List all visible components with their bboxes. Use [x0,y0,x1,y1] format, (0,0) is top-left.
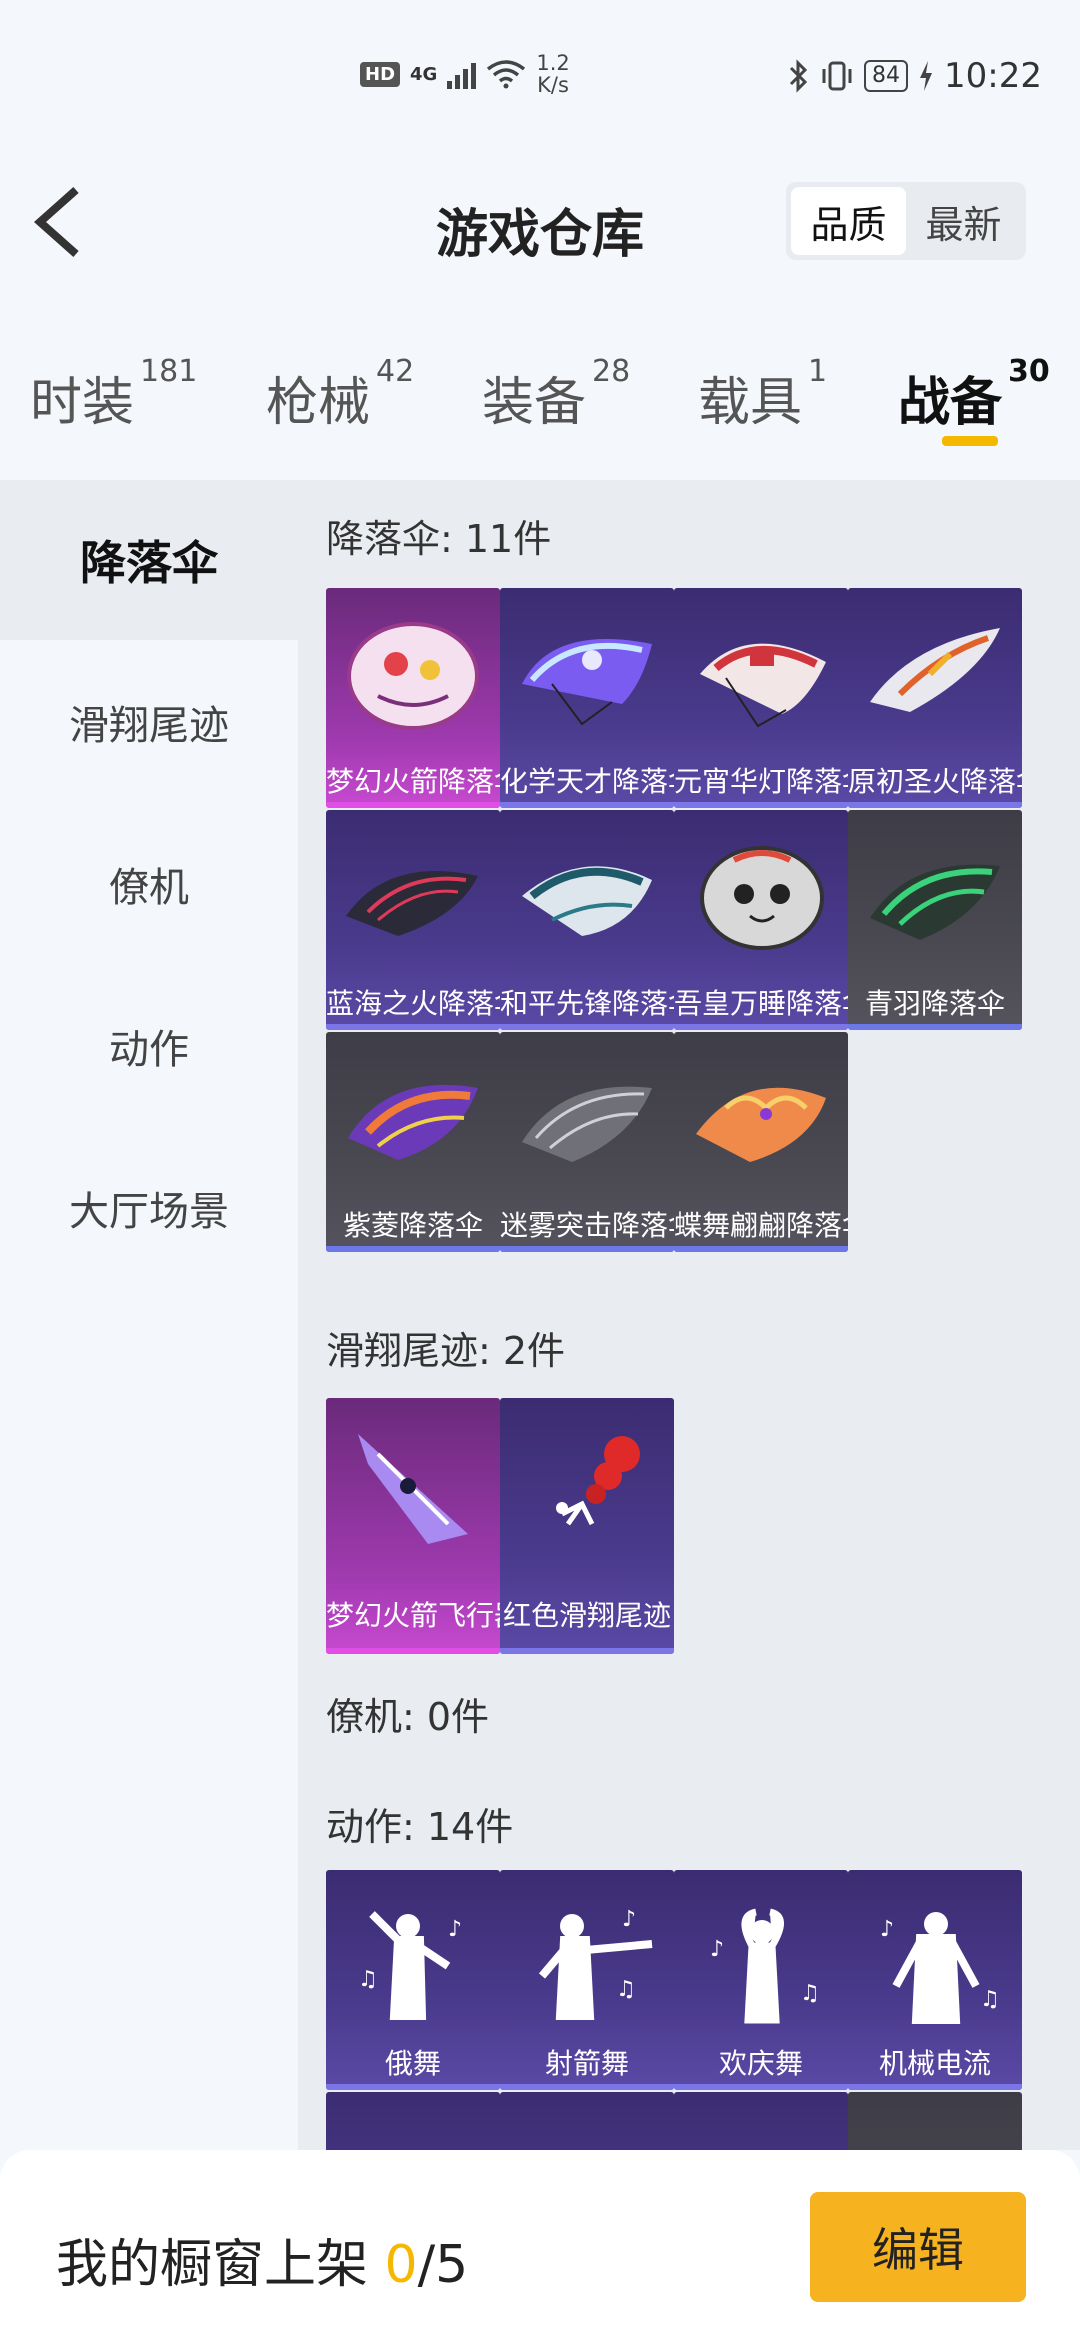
sort-toggle: 品质 最新 [786,182,1026,260]
item-list: 降落伞: 11件 梦幻火箭降落伞 化学天才降落伞 元宵华灯降落伞 原初圣火降落伞… [298,480,1080,2150]
parachute-icon [522,1086,652,1162]
item-card[interactable]: 蝶舞翩翩降落伞 [674,1032,848,1252]
section-title-glide-trail: 滑翔尾迹: 2件 [326,1329,566,1373]
sidebar-item-lobby-scene[interactable]: 大厅场景 [0,1128,298,1288]
charging-icon [920,61,933,91]
dancer-icon: ♪♫ [710,1908,820,2024]
parachute-icon [522,866,652,936]
item-card[interactable] [500,2092,674,2150]
bottom-bar: 我的橱窗上架 0/5 编辑 [0,2150,1080,2340]
active-tab-indicator [942,436,998,446]
sidebar-item-emote[interactable]: 动作 [0,966,298,1126]
parachute-icon [348,1084,478,1160]
sidebar: 降落伞 滑翔尾迹 僚机 动作 大厅场景 [0,480,298,2150]
tab-guns[interactable]: 枪械42 [266,354,414,435]
net-speed: 1.2 K/s [536,51,570,97]
item-card[interactable] [848,2092,1022,2150]
signal-icon [447,59,477,89]
svg-text:♫: ♫ [358,1967,378,1992]
svg-text:♪: ♪ [448,1917,462,1942]
dancer-icon: ♪♫ [880,1912,1000,2024]
smoke-trail-icon [556,1436,640,1526]
item-card[interactable]: ♪ ♫ 机械电流 [848,1870,1022,2090]
parachute-icon [700,846,824,950]
item-card[interactable]: 元宵华灯降落伞 [674,588,848,808]
clock: 10:22 [944,56,1042,96]
item-card[interactable]: 紫菱降落伞 [326,1032,500,1252]
item-card[interactable] [326,2092,500,2150]
tab-equipment[interactable]: 装备28 [482,354,630,435]
sidebar-item-glide-trail[interactable]: 滑翔尾迹 [0,642,298,802]
status-right: 84 10:22 [788,56,1042,96]
item-card[interactable]: 原初圣火降落伞 [848,588,1022,808]
tab-battle-prep[interactable]: 战备30 [898,354,1050,435]
status-left: HD 4G 1.2 K/s [360,52,570,96]
parachute-icon [696,1087,826,1162]
category-tabs: 时装181 枪械42 装备28 载具1 战备30 [0,350,1080,460]
parachute-icon [522,639,652,726]
sidebar-item-wingman[interactable]: 僚机 [0,804,298,964]
dancer-icon: ♪♫ [358,1911,462,2020]
item-card[interactable] [674,2092,848,2150]
status-bar: HD 4G 1.2 K/s 84 10:22 [0,0,1080,160]
wifi-icon [487,60,526,89]
item-card[interactable]: 梦幻火箭降落伞 [326,588,500,808]
sort-quality-button[interactable]: 品质 [791,187,906,255]
parachute-icon [870,864,1000,940]
showcase-status: 我的橱窗上架 0/5 [56,2235,469,2295]
item-card[interactable]: 红色滑翔尾迹 [500,1398,674,1654]
sidebar-item-parachute[interactable]: 降落伞 [0,480,298,640]
section-title-emote: 动作: 14件 [326,1805,514,1849]
item-card[interactable]: 和平先锋降落伞 [500,810,674,1030]
svg-text:♫: ♫ [800,1981,820,2006]
svg-text:♪: ♪ [622,1907,636,1932]
dancer-icon: ♪♫ [538,1907,653,2020]
item-card[interactable]: 迷雾突击降落伞 [500,1032,674,1252]
svg-text:♪: ♪ [710,1937,724,1962]
item-card[interactable]: 吾皇万睡降落伞 [674,810,848,1030]
battery-icon: 84 [864,60,909,92]
parachute-icon [346,871,478,936]
parachute-icon [700,643,826,728]
vibrate-icon [822,61,852,91]
hd-icon: HD [360,61,401,87]
parachute-icon [347,622,479,730]
parachute-icon [870,628,1000,712]
svg-text:♫: ♫ [980,1987,1000,2012]
tab-fashion[interactable]: 时装181 [30,354,197,435]
item-card[interactable]: 梦幻火箭飞行器 [326,1398,500,1654]
item-card[interactable]: 蓝海之火降落伞 [326,810,500,1030]
section-title-wingman: 僚机: 0件 [326,1695,490,1739]
tab-vehicles[interactable]: 载具1 [698,354,827,435]
item-card[interactable]: ♪ ♫ 射箭舞 [500,1870,674,2090]
svg-text:♪: ♪ [880,1917,894,1942]
item-card[interactable]: ♪ ♫ 俄舞 [326,1870,500,2090]
item-card[interactable]: 青羽降落伞 [848,810,1022,1030]
bluetooth-icon [789,59,808,93]
item-card[interactable]: 化学天才降落伞 [500,588,674,808]
app-header: 游戏仓库 品质 最新 [0,170,1080,280]
edit-button[interactable]: 编辑 [810,2192,1026,2302]
glider-icon [358,1434,468,1544]
section-title-parachute: 降落伞: 11件 [326,517,552,561]
svg-text:♫: ♫ [616,1977,636,2002]
item-card[interactable]: ♪ ♫ 欢庆舞 [674,1870,848,2090]
sort-latest-button[interactable]: 最新 [906,187,1021,255]
network-type: 4G [410,63,438,85]
